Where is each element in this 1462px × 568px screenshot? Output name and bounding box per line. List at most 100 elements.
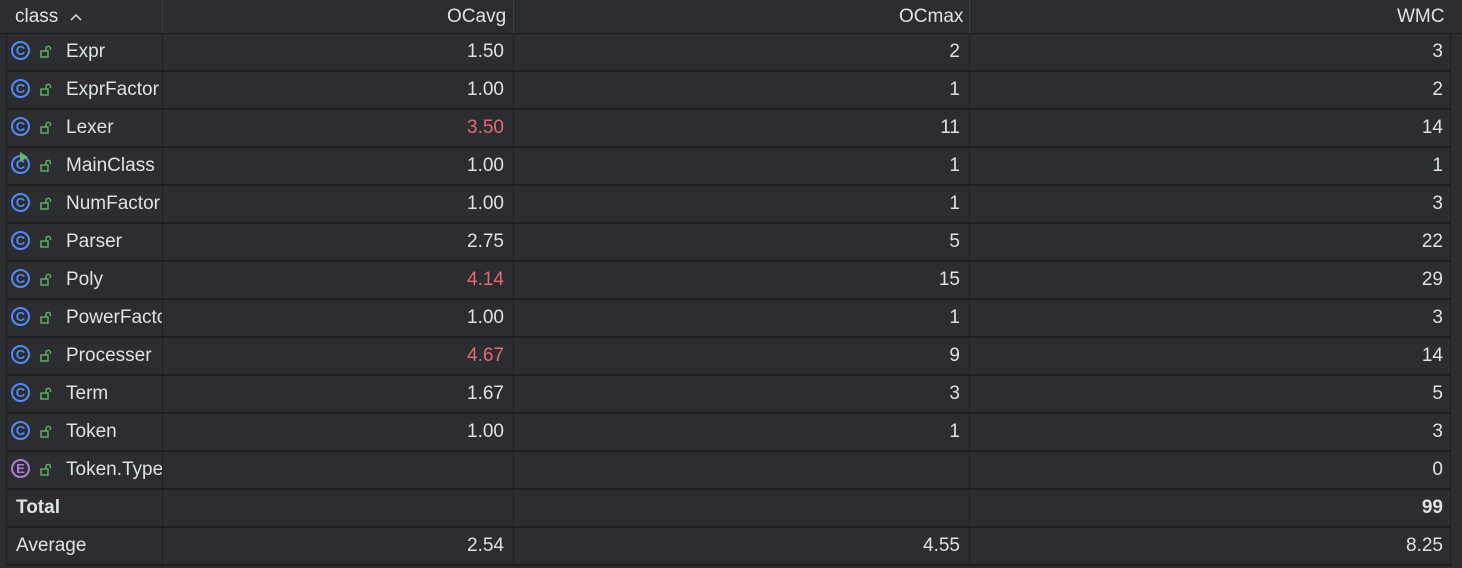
- cell-ocmax: 1: [949, 193, 960, 214]
- class-name: Parser: [66, 231, 122, 252]
- cell-label: Total: [7, 490, 162, 526]
- cell-class: C Term: [7, 376, 162, 412]
- cell-wmc: 8.25: [1406, 535, 1443, 556]
- table-row[interactable]: C Lexer 3.50 11 14: [6, 110, 1451, 148]
- class-icon: C: [11, 421, 30, 440]
- total-row: Total 99: [6, 490, 1451, 528]
- cell-ocmax: [514, 452, 969, 488]
- cell-wmc: 3: [1432, 307, 1443, 328]
- cell-class: C ExprFactor: [7, 72, 162, 108]
- lock-open-icon: [40, 235, 52, 248]
- cell-ocmax: 1: [949, 155, 960, 176]
- cell-class: E Token.Type: [7, 452, 162, 488]
- cell-ocavg: 1.00: [467, 79, 504, 100]
- lock-open-icon: [40, 463, 52, 476]
- cell-wmc: 14: [1421, 345, 1443, 366]
- table-row[interactable]: C Expr 1.50 2 3: [6, 34, 1451, 72]
- class-icon: C: [11, 269, 30, 288]
- table-row[interactable]: C Token 1.00 1 3: [6, 414, 1451, 452]
- table-row[interactable]: C Processer 4.67 9 14: [6, 338, 1451, 376]
- cell-ocavg: 3.50: [467, 117, 504, 138]
- class-name: Lexer: [66, 117, 114, 138]
- cell-wmc: 0: [1432, 459, 1443, 480]
- table-row[interactable]: C Term 1.67 3 5: [6, 376, 1451, 414]
- class-icon: C: [11, 383, 30, 402]
- table-body: C Expr 1.50 2 3 C ExprFactor 1.00 1 2 C Lexer 3.50 11…: [6, 34, 1451, 566]
- cell-ocmax: [514, 490, 969, 526]
- cell-wmc: 3: [1432, 193, 1443, 214]
- table-row[interactable]: C MainClass 1.00 1 1: [6, 148, 1451, 186]
- cell-ocmax: 5: [949, 231, 960, 252]
- cell-class: C MainClass: [7, 148, 162, 184]
- cell-ocavg: 2.75: [467, 231, 504, 252]
- cell-ocavg: 2.54: [467, 535, 504, 556]
- lock-open-icon: [40, 159, 52, 172]
- class-name: PowerFactor: [66, 307, 162, 328]
- table-row[interactable]: C Poly 4.14 15 29: [6, 262, 1451, 300]
- column-header-wmc[interactable]: WMC: [1397, 0, 1444, 33]
- cell-ocavg: 1.67: [467, 383, 504, 404]
- lock-open-icon: [40, 387, 52, 400]
- cell-wmc: 3: [1432, 421, 1443, 442]
- cell-ocmax: 1: [949, 79, 960, 100]
- cell-ocmax: 2: [949, 41, 960, 62]
- lock-open-icon: [40, 349, 52, 362]
- class-name: Term: [66, 383, 109, 404]
- cell-class: C Lexer: [7, 110, 162, 146]
- cell-class: C Expr: [7, 34, 162, 70]
- cell-ocavg: 1.00: [467, 193, 504, 214]
- cell-ocmax: 15: [938, 269, 960, 290]
- cell-ocmax: 1: [949, 307, 960, 328]
- lock-open-icon: [40, 83, 52, 96]
- table-row[interactable]: C PowerFactor 1.00 1 3: [6, 300, 1451, 338]
- cell-wmc: 3: [1432, 41, 1443, 62]
- average-row: Average 2.54 4.55 8.25: [6, 528, 1451, 566]
- cell-ocavg: 1.00: [467, 155, 504, 176]
- lock-open-icon: [40, 45, 52, 58]
- cell-class: C NumFactor: [7, 186, 162, 222]
- lock-open-icon: [40, 273, 52, 286]
- cell-ocavg: [163, 452, 513, 488]
- cell-ocmax: 11: [940, 117, 960, 138]
- class-name: Token: [66, 421, 117, 442]
- cell-ocavg: 1.00: [467, 307, 504, 328]
- class-name: NumFactor: [66, 193, 160, 214]
- table-row[interactable]: C Parser 2.75 5 22: [6, 224, 1451, 262]
- cell-wmc: 1: [1432, 155, 1443, 176]
- class-icon: C: [11, 79, 30, 98]
- cell-ocmax: 9: [949, 345, 960, 366]
- column-header-ocavg[interactable]: OCavg: [447, 0, 506, 33]
- class-icon: C: [11, 307, 30, 326]
- class-name: Poly: [66, 269, 103, 290]
- cell-class: C Poly: [7, 262, 162, 298]
- cell-class: C Token: [7, 414, 162, 450]
- class-name: Token.Type: [66, 459, 162, 480]
- lock-open-icon: [40, 311, 52, 324]
- cell-class: C Processer: [7, 338, 162, 374]
- table-row[interactable]: C NumFactor 1.00 1 3: [6, 186, 1451, 224]
- cell-ocavg: 4.14: [467, 269, 504, 290]
- class-name: ExprFactor: [66, 79, 159, 100]
- cell-ocavg: 1.50: [467, 41, 504, 62]
- class-icon: C: [11, 345, 30, 364]
- cell-ocmax: 1: [949, 421, 960, 442]
- table-row[interactable]: E Token.Type 0: [6, 452, 1451, 490]
- column-header-class[interactable]: class: [15, 0, 82, 33]
- column-header-class-label: class: [15, 6, 59, 27]
- cell-wmc: 29: [1421, 269, 1443, 290]
- cell-class: C PowerFactor: [7, 300, 162, 336]
- enum-icon: E: [11, 459, 30, 478]
- cell-wmc: 22: [1421, 231, 1443, 252]
- cell-wmc: 5: [1432, 383, 1443, 404]
- chevron-up-icon[interactable]: [70, 0, 82, 33]
- class-icon: C: [11, 41, 30, 60]
- table-row[interactable]: C ExprFactor 1.00 1 2: [6, 72, 1451, 110]
- table-header: class OCavg OCmax WMC: [0, 0, 1462, 34]
- cell-class: C Parser: [7, 224, 162, 260]
- class-name: MainClass: [66, 155, 155, 176]
- cell-ocmax: 4.55: [923, 535, 960, 556]
- cell-ocavg: 4.67: [467, 345, 504, 366]
- column-header-ocmax[interactable]: OCmax: [899, 0, 963, 33]
- cell-wmc: 99: [1421, 497, 1443, 518]
- class-icon: C: [11, 117, 30, 136]
